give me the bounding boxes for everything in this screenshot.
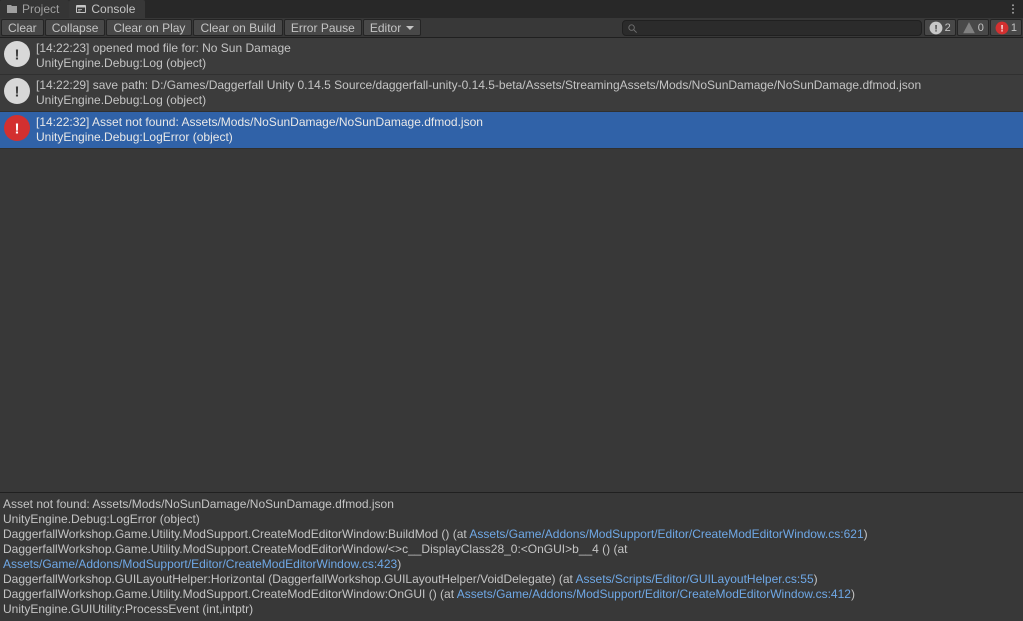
warning-icon xyxy=(962,21,976,35)
stack-line: DaggerfallWorkshop.Game.Utility.ModSuppo… xyxy=(3,542,1020,572)
tab-label: Project xyxy=(22,2,59,16)
search-icon xyxy=(627,23,638,34)
tab-console[interactable]: Console xyxy=(69,0,145,18)
error-count-toggle[interactable]: ! 1 xyxy=(990,19,1022,36)
stack-line: DaggerfallWorkshop.Game.Utility.ModSuppo… xyxy=(3,527,1020,542)
source-link[interactable]: Assets/Game/Addons/ModSupport/Editor/Cre… xyxy=(457,587,851,601)
svg-text:!: ! xyxy=(15,120,20,137)
console-toolbar: Clear Collapse Clear on Play Clear on Bu… xyxy=(0,18,1023,38)
warn-count: 0 xyxy=(978,22,984,34)
warn-count-toggle[interactable]: 0 xyxy=(957,19,989,36)
error-icon: ! xyxy=(4,115,30,141)
info-icon: ! xyxy=(4,41,30,67)
info-count: 2 xyxy=(945,22,951,34)
info-count-toggle[interactable]: ! 2 xyxy=(924,19,956,36)
svg-text:!: ! xyxy=(934,23,937,33)
log-message: [14:22:29] save path: D:/Games/Daggerfal… xyxy=(36,78,921,93)
stack-line: Asset not found: Assets/Mods/NoSunDamage… xyxy=(3,497,1020,512)
clear-button[interactable]: Clear xyxy=(1,19,44,36)
svg-text:!: ! xyxy=(15,46,20,63)
log-entry[interactable]: ! [14:22:32] Asset not found: Assets/Mod… xyxy=(0,112,1023,149)
source-link[interactable]: Assets/Game/Addons/ModSupport/Editor/Cre… xyxy=(469,527,863,541)
log-origin: UnityEngine.Debug:LogError (object) xyxy=(36,130,483,145)
console-icon xyxy=(75,3,87,15)
collapse-button[interactable]: Collapse xyxy=(45,19,106,36)
stack-line: UnityEngine.Debug:LogError (object) xyxy=(3,512,1020,527)
stack-line: UnityEngine.GUIUtility:ProcessEvent (int… xyxy=(3,602,1020,617)
svg-text:!: ! xyxy=(1000,23,1003,33)
folder-icon xyxy=(6,3,18,15)
source-link[interactable]: Assets/Scripts/Editor/GUILayoutHelper.cs… xyxy=(576,572,814,586)
window-menu-button[interactable] xyxy=(1003,0,1023,18)
log-origin: UnityEngine.Debug:Log (object) xyxy=(36,56,291,71)
log-entry[interactable]: ! [14:22:23] opened mod file for: No Sun… xyxy=(0,38,1023,75)
console-log-area: ! [14:22:23] opened mod file for: No Sun… xyxy=(0,38,1023,621)
stack-line: DaggerfallWorkshop.Game.Utility.ModSuppo… xyxy=(3,587,1020,602)
editor-dropdown[interactable]: Editor xyxy=(363,19,421,36)
search-input[interactable] xyxy=(622,20,922,36)
stack-line: DaggerfallWorkshop.GUILayoutHelper:Horiz… xyxy=(3,572,1020,587)
clear-on-play-button[interactable]: Clear on Play xyxy=(106,19,192,36)
info-icon: ! xyxy=(4,78,30,104)
info-icon: ! xyxy=(929,21,943,35)
log-entry[interactable]: ! [14:22:29] save path: D:/Games/Daggerf… xyxy=(0,75,1023,112)
tab-project[interactable]: Project xyxy=(0,0,69,18)
stack-trace-panel[interactable]: Asset not found: Assets/Mods/NoSunDamage… xyxy=(0,492,1023,621)
clear-on-build-button[interactable]: Clear on Build xyxy=(193,19,282,36)
error-count: 1 xyxy=(1011,22,1017,34)
log-origin: UnityEngine.Debug:Log (object) xyxy=(36,93,921,108)
tab-label: Console xyxy=(91,2,135,16)
source-link[interactable]: Assets/Game/Addons/ModSupport/Editor/Cre… xyxy=(3,557,397,571)
error-pause-button[interactable]: Error Pause xyxy=(284,19,362,36)
error-icon: ! xyxy=(995,21,1009,35)
kebab-icon xyxy=(1008,3,1018,15)
log-message: [14:22:32] Asset not found: Assets/Mods/… xyxy=(36,115,483,130)
log-message: [14:22:23] opened mod file for: No Sun D… xyxy=(36,41,291,56)
svg-text:!: ! xyxy=(15,83,20,100)
